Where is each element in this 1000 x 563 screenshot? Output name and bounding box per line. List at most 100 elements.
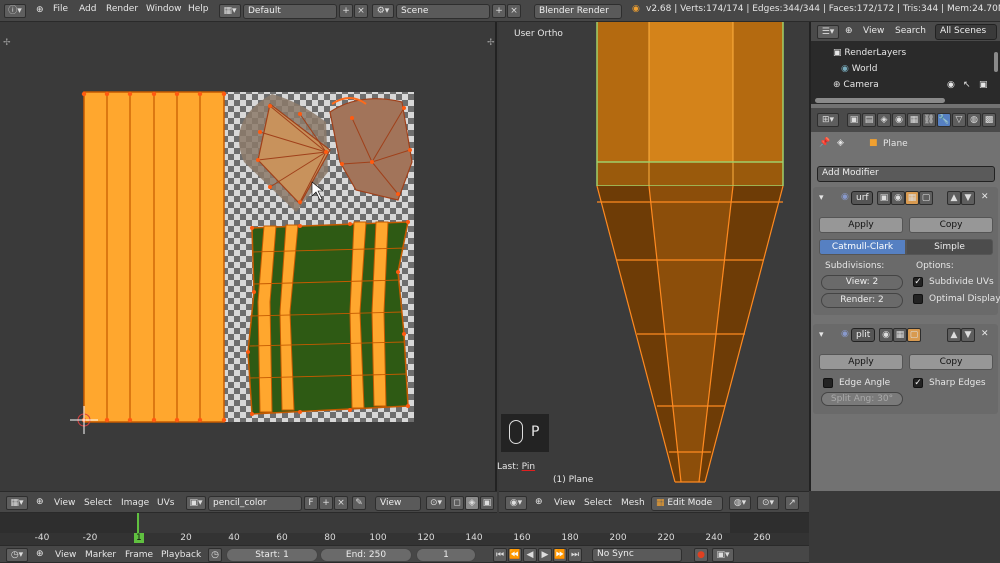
uv-proportional-icon[interactable]: ▣ (480, 496, 494, 510)
mode-select[interactable]: ▦ Edit Mode (651, 496, 723, 511)
render-camera-icon[interactable]: ▣ (979, 80, 988, 90)
timeline-menu-marker[interactable]: Marker (85, 550, 116, 560)
tab-world-icon[interactable]: ◉ (892, 113, 906, 127)
properties-editor-icon[interactable]: ⊞▾ (817, 113, 839, 127)
mod1-view-levels[interactable]: View: 2 (821, 275, 903, 290)
uv-collapse-icon[interactable]: ⊕ (36, 497, 44, 507)
tab-object-icon[interactable]: ▦ (907, 113, 921, 127)
info-editor-icon[interactable]: ⓘ▾ (4, 4, 26, 18)
3d-viewport-area[interactable]: User Ortho P Last: Pin (1) Plane (497, 22, 809, 491)
tab-scene-icon[interactable]: ◈ (877, 113, 891, 127)
viewport-menu-mesh[interactable]: Mesh (621, 498, 645, 508)
mod2-expand-icon[interactable]: ▾ (819, 330, 824, 340)
mod2-name-field[interactable]: plit (851, 328, 875, 342)
render-engine-select[interactable]: Blender Render (534, 4, 622, 19)
pivot-icon[interactable]: ⊙▾ (426, 496, 446, 510)
mod1-editmode-icon[interactable]: ▢ (919, 191, 933, 205)
unlink-image-icon[interactable]: × (334, 496, 348, 510)
uv-menu-view[interactable]: View (54, 498, 75, 508)
mod1-expand-icon[interactable]: ▾ (819, 193, 824, 203)
mod2-render-icon[interactable]: ▦ (893, 328, 907, 342)
tab-modifiers-icon[interactable]: 🔧 (937, 113, 951, 127)
mod1-remove-icon[interactable]: ✕ (981, 192, 989, 202)
mod2-move-down-icon[interactable]: ▼ (961, 328, 975, 342)
play-icon[interactable]: ▶ (538, 548, 552, 562)
mod1-move-down-icon[interactable]: ▼ (961, 191, 975, 205)
viewport-pivot-icon[interactable]: ⊙▾ (757, 496, 779, 510)
mod1-catmull-clark-tab[interactable]: Catmull-Clark (819, 239, 906, 255)
add-screen-icon[interactable]: + (339, 4, 353, 18)
area-split-icon-2[interactable]: ✢ (487, 38, 495, 48)
screen-layout-icon[interactable]: ▦▾ (219, 4, 241, 18)
menu-file[interactable]: File (53, 4, 68, 14)
uv-canvas[interactable] (0, 22, 497, 491)
mod1-cage-icon[interactable]: ▣ (877, 191, 891, 205)
outliner-row-renderlayers[interactable]: ▣ RenderLayers (833, 48, 906, 58)
start-frame-field[interactable]: Start: 1 (226, 548, 318, 562)
tab-texture-icon[interactable]: ▩ (982, 113, 996, 127)
viewport-collapse-icon[interactable]: ⊕ (535, 497, 543, 507)
uv-menu-select[interactable]: Select (84, 498, 112, 508)
mod1-copy-button[interactable]: Copy (909, 217, 993, 233)
add-scene-icon[interactable]: + (492, 4, 506, 18)
tab-data-icon[interactable]: ▽ (952, 113, 966, 127)
outliner-row-world[interactable]: ◉ World (841, 64, 878, 74)
end-frame-field[interactable]: End: 250 (320, 548, 412, 562)
jump-end-icon[interactable]: ⏭ (568, 548, 582, 562)
record-keyframe-icon[interactable]: ● (694, 548, 708, 562)
uv-editor-area[interactable]: ✢ ✢ (0, 22, 497, 491)
mod1-render-icon[interactable]: ▦ (905, 191, 919, 205)
timeline-editor-type-icon[interactable]: ◷▾ (6, 548, 28, 562)
mod1-move-up-icon[interactable]: ▲ (947, 191, 961, 205)
outliner-menu-view[interactable]: View (863, 26, 884, 36)
mod1-realtime-icon[interactable]: ◉ (891, 191, 905, 205)
current-frame-marker[interactable]: 1 (134, 533, 144, 543)
manipulator-icon[interactable]: ↗ (785, 496, 799, 510)
image-browse-icon[interactable]: ▣▾ (186, 496, 206, 510)
tab-material-icon[interactable]: ◍ (967, 113, 981, 127)
timeline-area[interactable]: -40 -20 0 20 40 60 80 100 120 140 160 18… (0, 513, 809, 545)
mod2-apply-button[interactable]: Apply (819, 354, 903, 370)
mod2-remove-icon[interactable]: ✕ (981, 329, 989, 339)
viewport-shading-icon[interactable]: ◍▾ (729, 496, 751, 510)
outliner-body[interactable]: ▣ RenderLayers ◉ World ⊕ Camera ◉ ↖ ▣ (811, 42, 1000, 104)
mod1-apply-button[interactable]: Apply (819, 217, 903, 233)
outliner-hscroll[interactable] (815, 98, 945, 103)
viewport-menu-view[interactable]: View (554, 498, 575, 508)
pin-image-icon[interactable]: ✎ (352, 496, 366, 510)
visibility-eye-icon[interactable]: ◉ (947, 80, 955, 90)
jump-start-icon[interactable]: ⏮ (493, 548, 507, 562)
mod2-realtime-icon[interactable]: ◉ (879, 328, 893, 342)
scene-icon[interactable]: ⚙▾ (372, 4, 394, 18)
keying-set-icon[interactable]: ▣▾ (712, 548, 734, 562)
outliner-filter[interactable]: All Scenes (935, 24, 997, 40)
menu-add[interactable]: Add (79, 4, 96, 14)
menu-render[interactable]: Render (106, 4, 138, 14)
outliner-menu-search[interactable]: Search (895, 26, 926, 36)
mod1-optimal-display-checkbox[interactable] (913, 294, 923, 304)
fake-user-button[interactable]: F (304, 496, 318, 510)
mod1-subdivide-uvs-checkbox[interactable]: ✓ (913, 277, 923, 287)
timeline-menu-playback[interactable]: Playback (161, 550, 201, 560)
collapse-icon[interactable]: ⊕ (36, 5, 44, 15)
mod2-copy-button[interactable]: Copy (909, 354, 993, 370)
outliner-vscroll[interactable] (994, 52, 998, 72)
tab-layers-icon[interactable]: ▤ (862, 113, 876, 127)
mod2-edge-angle-checkbox[interactable] (823, 378, 833, 388)
add-modifier-select[interactable]: Add Modifier (817, 166, 995, 182)
current-frame-line[interactable] (137, 513, 139, 535)
tab-constraints-icon[interactable]: ⛓ (922, 113, 936, 127)
outliner-editor-icon[interactable]: ☰▾ (817, 25, 839, 39)
uv-view-select[interactable]: View (375, 496, 421, 511)
sync-mode-select[interactable]: No Sync (592, 548, 682, 562)
pin-icon[interactable]: 📌 (819, 138, 830, 148)
outliner-collapse-icon[interactable]: ⊕ (845, 26, 853, 36)
mod1-render-levels[interactable]: Render: 2 (821, 293, 903, 308)
timeline-collapse-icon[interactable]: ⊕ (36, 549, 44, 559)
uv-editor-type-icon[interactable]: ▦▾ (6, 496, 28, 510)
menu-help[interactable]: Help (188, 4, 209, 14)
screen-layout-field[interactable]: Default (243, 4, 337, 19)
outliner-row-camera[interactable]: ⊕ Camera (833, 80, 879, 90)
scene-field[interactable]: Scene (396, 4, 490, 19)
mod1-name-field[interactable]: urf (851, 191, 873, 205)
